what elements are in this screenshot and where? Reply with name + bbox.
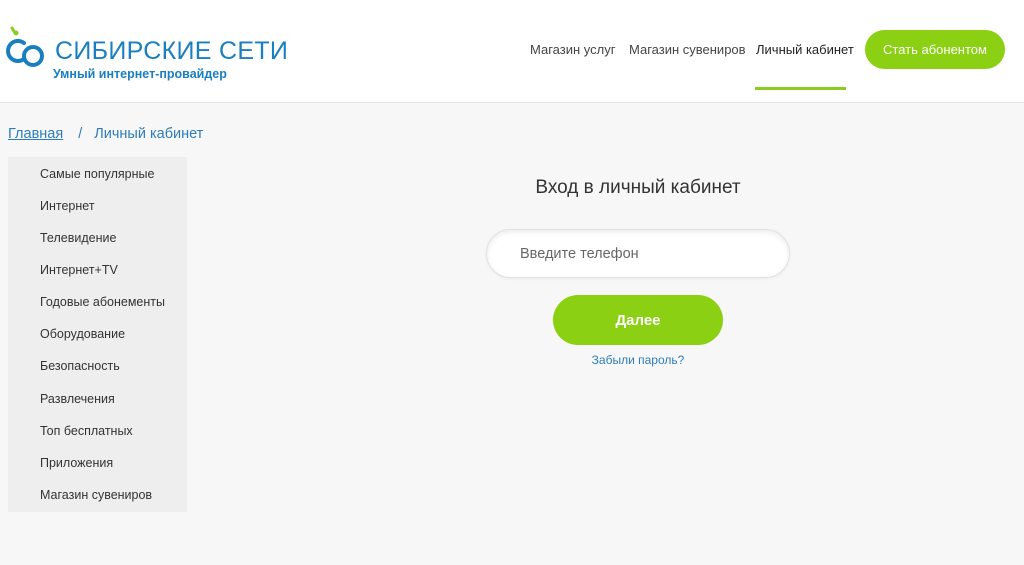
breadcrumb-current: Личный кабинет [94,126,204,142]
nav-item-personal-account[interactable]: Личный кабинет [756,42,854,57]
breadcrumb-separator: / [78,126,83,142]
sidebar-item-annual-plans[interactable]: Годовые абонементы [40,295,165,309]
breadcrumb-home-link[interactable]: Главная [8,126,63,142]
category-sidebar: Самые популярные Интернет Телевидение Ин… [8,157,187,512]
nav-item-souvenir-shop[interactable]: Магазин сувениров [629,42,746,57]
login-title: Вход в личный кабинет [535,177,741,198]
nav-active-indicator [755,87,846,90]
sidebar-item-apps[interactable]: Приложения [40,456,113,470]
forgot-password-link[interactable]: Забыли пароль? [538,353,738,367]
breadcrumb: Главная / Личный кабинет [8,126,203,142]
sidebar-item-security[interactable]: Безопасность [40,359,120,373]
sidebar-item-equipment[interactable]: Оборудование [40,327,125,341]
phone-input[interactable] [486,229,790,278]
brand-tagline: Умный интернет-провайдер [53,67,227,81]
nav-item-service-shop[interactable]: Магазин услуг [530,42,615,57]
sidebar-item-entertainment[interactable]: Развлечения [40,392,115,406]
logo-rings-icon [6,26,44,67]
sidebar-item-internet[interactable]: Интернет [40,199,95,213]
become-subscriber-button[interactable]: Стать абонентом [865,30,1005,69]
next-button[interactable]: Далее [553,295,723,345]
sidebar-item-popular[interactable]: Самые популярные [40,167,154,181]
sidebar-item-souvenirs[interactable]: Магазин сувениров [40,488,152,502]
brand-name: СИБИРСКИЕ СЕТИ [55,37,289,65]
sidebar-item-top-free[interactable]: Топ бесплатных [40,424,133,438]
sidebar-item-tv[interactable]: Телевидение [40,231,116,245]
sidebar-item-internet-tv[interactable]: Интернет+TV [40,263,118,277]
brand-logo[interactable]: СИБИРСКИЕ СЕТИ Умный интернет-провайдер [6,24,288,86]
site-header: СИБИРСКИЕ СЕТИ Умный интернет-провайдер … [0,0,1024,103]
